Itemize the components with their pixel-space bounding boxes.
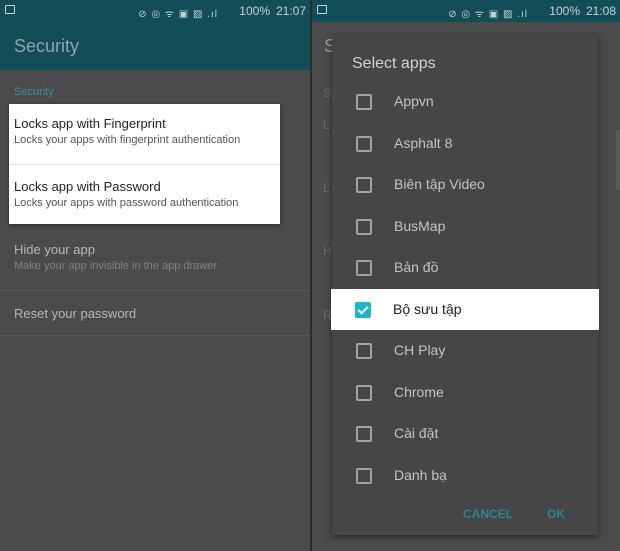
dialog-title: Select apps (352, 55, 436, 72)
pref-title: Hide your app (14, 242, 95, 257)
pref-summary: Make your app invisible in the app drawe… (14, 260, 218, 272)
pref-summary: Locks your apps with password authentica… (14, 197, 239, 209)
dimmed-section-header: S (323, 86, 332, 100)
checkbox[interactable] (356, 343, 372, 359)
app-label: Biên tập Video (394, 176, 485, 192)
checkbox[interactable] (356, 177, 372, 193)
status-bar: ⊘ ◎ ᯤ ▣ ▨ .ıl 100% 21:08 (312, 0, 620, 22)
app-list-item[interactable]: Appvn (332, 81, 598, 122)
right-screen: ⊘ ◎ ᯤ ▣ ▨ .ıl 100% 21:08 S S L L H R Sel… (312, 0, 620, 551)
app-list-item[interactable]: CH Play (332, 330, 598, 371)
status-icons: ⊘ ◎ ᯤ ▣ ▨ .ıl (448, 9, 528, 20)
app-label: Asphalt 8 (394, 135, 453, 151)
section-header: Security (14, 86, 54, 98)
scrollbar[interactable] (616, 130, 620, 190)
checkbox[interactable] (356, 385, 372, 401)
app-label: Cài đặt (394, 425, 439, 441)
battery-level: 100% (549, 4, 580, 18)
app-label: Bản đồ (394, 259, 439, 275)
app-list-item[interactable]: Biên tập Video (332, 164, 598, 205)
app-label: Appvn (394, 93, 434, 109)
status-bar: ⊘ ◎ ᯤ ▣ ▨ .ıl 100% 21:07 (0, 0, 310, 22)
battery-level: 100% (239, 4, 270, 18)
clock: 21:08 (585, 4, 616, 18)
app-label: CH Play (394, 342, 446, 358)
app-label: Danh bạ (394, 467, 447, 483)
pref-password-lock[interactable]: Locks app with Password Locks your apps … (9, 179, 280, 239)
app-label: Bộ sưu tập (393, 301, 462, 317)
app-label: BusMap (394, 218, 446, 234)
highlighted-options-card: Locks app with Fingerprint Locks your ap… (9, 104, 280, 224)
pref-title: Reset your password (14, 306, 137, 321)
pref-reset-password[interactable]: Reset your password (0, 306, 310, 321)
pref-fingerprint-lock[interactable]: Locks app with Fingerprint Locks your ap… (9, 116, 280, 176)
divider (9, 164, 280, 165)
divider (0, 290, 310, 291)
pref-title: Locks app with Password (14, 179, 161, 194)
dimmed-pref: L (323, 181, 330, 195)
gallery-notification-icon (317, 5, 327, 14)
select-apps-dialog: Select apps Appvn Asphalt 8 Biên tập Video… (331, 35, 599, 535)
app-label: Chrome (394, 384, 444, 400)
pref-title: Locks app with Fingerprint (14, 116, 166, 131)
left-screen: ⊘ ◎ ᯤ ▣ ▨ .ıl 100% 21:07 Security Securi… (0, 0, 310, 551)
checkbox[interactable] (356, 468, 372, 484)
dimmed-pref: L (323, 118, 330, 132)
pref-summary: Locks your apps with fingerprint authent… (14, 134, 241, 146)
gallery-notification-icon (5, 5, 15, 14)
cancel-button[interactable]: CANCEL (463, 507, 513, 521)
pref-hide-app[interactable]: Hide your app Make your app invisible in… (0, 242, 310, 272)
page-title: Security (14, 36, 80, 56)
checkbox[interactable] (356, 260, 372, 276)
app-list-item[interactable]: Bản đồ (332, 247, 598, 288)
checkbox-checked[interactable] (355, 302, 371, 318)
clock: 21:07 (275, 4, 306, 18)
checkbox[interactable] (356, 219, 372, 235)
app-list-item[interactable]: Bộ sưu tập (331, 289, 599, 330)
checkbox[interactable] (356, 426, 372, 442)
app-list-item[interactable]: Danh bạ (332, 455, 598, 496)
dimmed-pref: H (323, 244, 332, 258)
divider (0, 335, 310, 336)
checkbox[interactable] (356, 94, 372, 110)
status-icons: ⊘ ◎ ᯤ ▣ ▨ .ıl (138, 9, 218, 20)
app-list-item[interactable]: Asphalt 8 (332, 123, 598, 164)
app-bar: Security (0, 22, 310, 70)
app-list-item[interactable]: Cài đặt (332, 413, 598, 454)
app-list-item[interactable]: BusMap (332, 206, 598, 247)
checkbox[interactable] (356, 136, 372, 152)
app-list-item[interactable]: Chrome (332, 372, 598, 413)
ok-button[interactable]: OK (547, 507, 565, 521)
